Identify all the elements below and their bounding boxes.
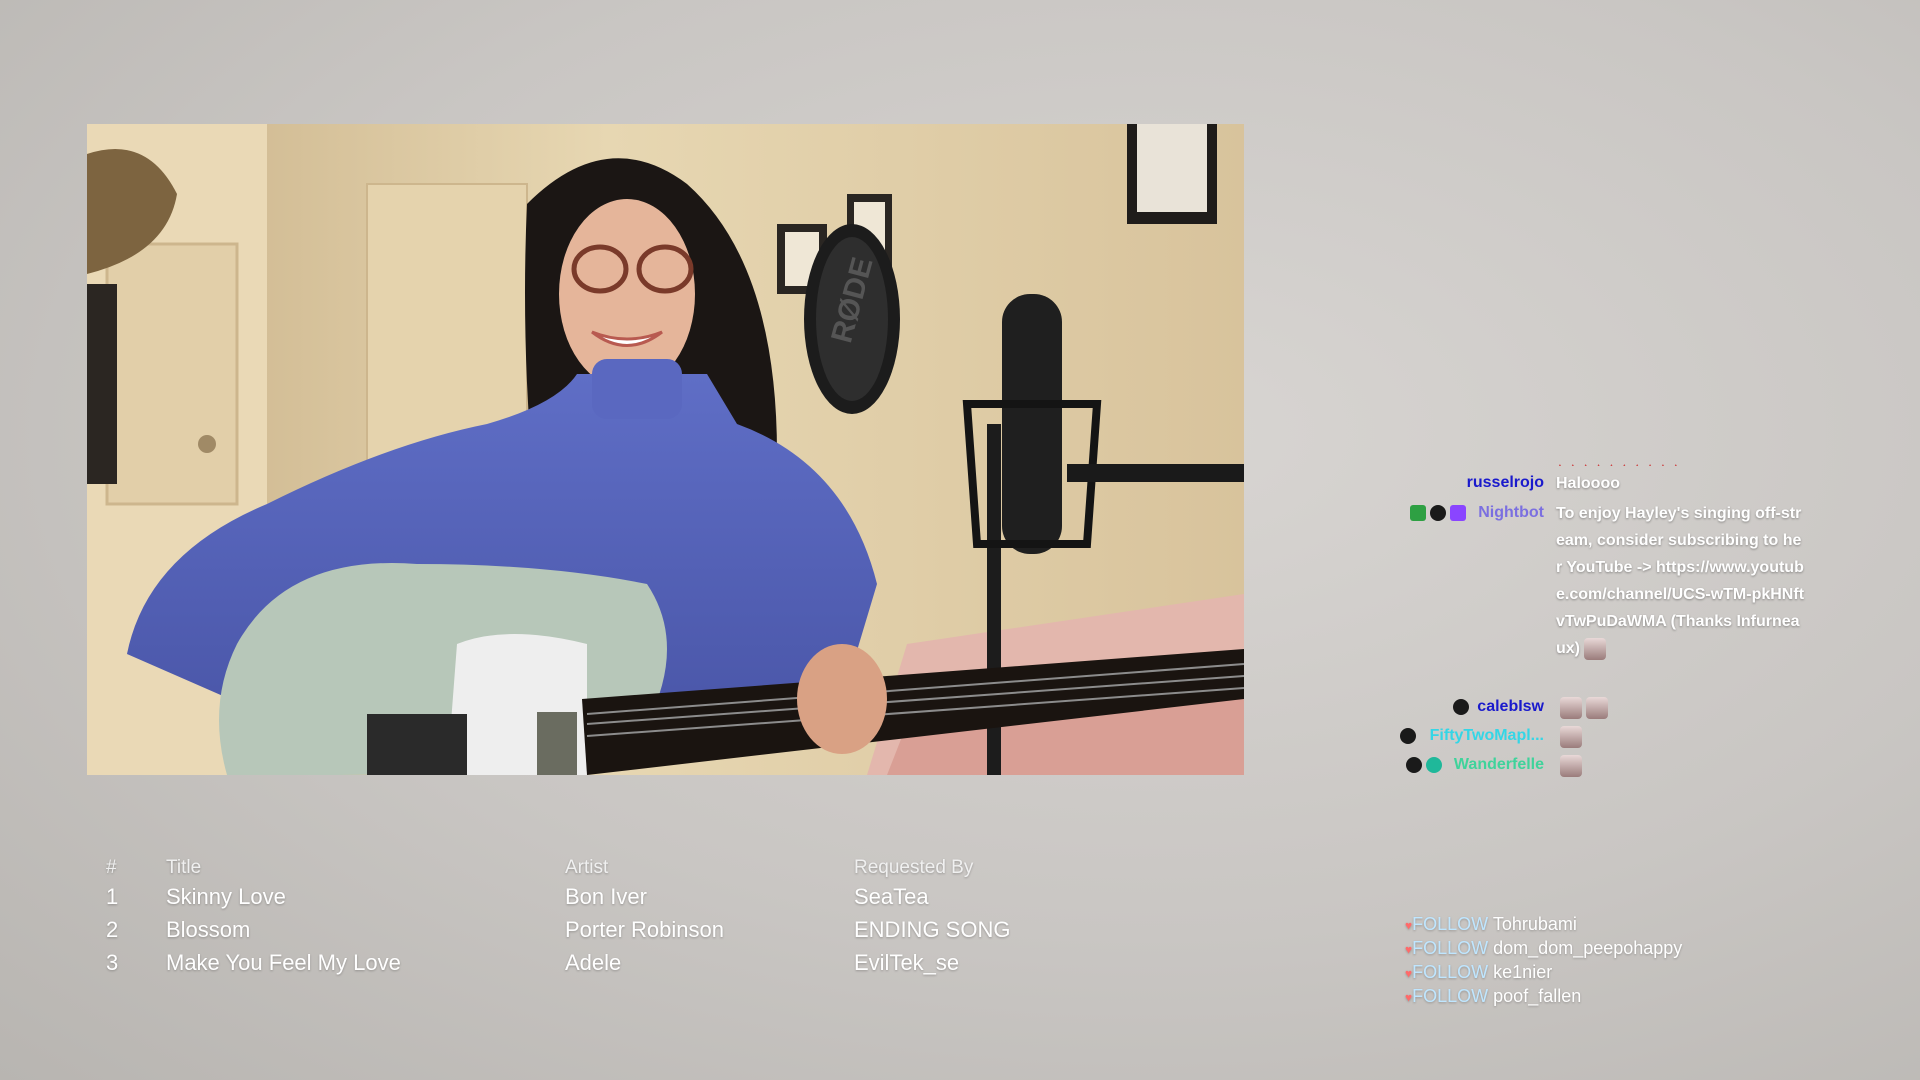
- follow-alert: ♥FOLLOW ke1nier: [1405, 960, 1682, 984]
- queue-header-requested-by: Requested By: [854, 857, 974, 878]
- webcam-feed: RØDE: [87, 124, 1244, 775]
- chat-message-text: To enjoy Hayley's singing off-stream, co…: [1556, 500, 1806, 662]
- chat-username-text: russelrojo: [1466, 474, 1544, 491]
- chat-username-text: calebIsw: [1477, 698, 1544, 715]
- chat-cutoff-emotes: ▲▲▲▲▲▲▲▲▲▲: [1554, 460, 1694, 466]
- moderator-badge-icon: [1410, 505, 1427, 521]
- queue-row-artist: Porter Robinson: [565, 917, 724, 942]
- queue-header-title: Title: [166, 857, 202, 878]
- queue-row-requested-by: EvilTek_se: [854, 950, 960, 975]
- subscriber-badge-icon: [1399, 728, 1416, 744]
- subscriber-badge-icon: [1453, 699, 1470, 715]
- queue-row-number: 1: [106, 884, 119, 909]
- follow-alerts: ♥FOLLOW Tohrubami ♥FOLLOW dom_dom_peepoh…: [1405, 912, 1682, 1008]
- subscriber-badge-icon: [1430, 505, 1447, 521]
- follower-name: ke1nier: [1493, 962, 1553, 982]
- chat-message-emotes: [1556, 694, 1806, 721]
- queue-row-requested-by: ENDING SONG: [854, 917, 1011, 942]
- chat-username: Nightbot: [1410, 504, 1544, 522]
- emote-icon: [1560, 754, 1582, 777]
- chat-message-emotes: [1556, 752, 1806, 779]
- gem-badge-icon: [1425, 757, 1442, 773]
- chat-username-text: Wanderfelle: [1453, 756, 1544, 773]
- chat-message-text: Haloooo: [1556, 475, 1620, 492]
- queue-row-artist: Bon Iver: [565, 884, 647, 909]
- follow-alert: ♥FOLLOW dom_dom_peepohappy: [1405, 936, 1682, 960]
- verified-badge-icon: [1450, 505, 1467, 521]
- emote-icon: [1560, 696, 1582, 719]
- follow-alert: ♥FOLLOW poof_fallen: [1405, 984, 1682, 1008]
- chat-username-text: Nightbot: [1478, 504, 1544, 521]
- queue-row-title: Blossom: [166, 917, 251, 942]
- queue-header-row: # Title Artist Requested By: [100, 857, 1060, 884]
- queue-row-title: Make You Feel My Love: [166, 950, 401, 975]
- queue-row-artist: Adele: [565, 950, 622, 975]
- chat-username: calebIsw: [1453, 698, 1544, 716]
- queue-row-number: 3: [106, 950, 119, 975]
- chat-overlay: ▲▲▲▲▲▲▲▲▲▲ russelrojo Haloooo Nightbot T…: [1380, 460, 1804, 780]
- emote-icon: [1560, 725, 1582, 748]
- follow-label: FOLLOW: [1412, 938, 1489, 958]
- chat-username: russelrojo: [1467, 474, 1544, 492]
- chat-username-text: FiftyTwoMapl...: [1429, 727, 1544, 744]
- follow-label: FOLLOW: [1412, 914, 1489, 934]
- follower-name: Tohrubami: [1492, 914, 1577, 934]
- chat-username: FiftyTwoMapl...: [1399, 727, 1544, 745]
- queue-header-number: #: [106, 857, 117, 878]
- queue-row: 2 Blossom Porter Robinson ENDING SONG: [100, 917, 1060, 950]
- follow-label: FOLLOW: [1412, 962, 1489, 982]
- queue-row-number: 2: [106, 917, 119, 942]
- queue-header-artist: Artist: [565, 857, 609, 878]
- emote-icon: [1584, 637, 1606, 660]
- emote-icon: [1586, 696, 1608, 719]
- queue-row: 1 Skinny Love Bon Iver SeaTea: [100, 884, 1060, 917]
- queue-row-requested-by: SeaTea: [854, 884, 929, 909]
- follower-name: dom_dom_peepohappy: [1493, 938, 1683, 958]
- queue-row-title: Skinny Love: [166, 884, 286, 909]
- queue-row: 3 Make You Feel My Love Adele EvilTek_se: [100, 950, 1060, 983]
- chat-message-emotes: [1556, 723, 1806, 750]
- subscriber-badge-icon: [1405, 757, 1422, 773]
- follower-name: poof_fallen: [1493, 986, 1582, 1006]
- follow-label: FOLLOW: [1412, 986, 1489, 1006]
- follow-alert: ♥FOLLOW Tohrubami: [1405, 912, 1682, 936]
- song-queue: # Title Artist Requested By 1 Skinny Lov…: [100, 857, 1060, 983]
- chat-message-text-content: To enjoy Hayley's singing off-stream, co…: [1556, 505, 1805, 657]
- chat-username: Wanderfelle: [1405, 756, 1544, 774]
